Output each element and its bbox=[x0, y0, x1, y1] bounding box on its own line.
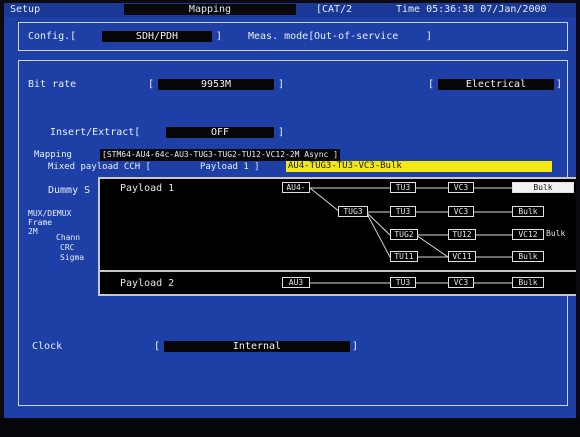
node-vc3-a[interactable]: VC3 bbox=[448, 182, 474, 193]
node-bulk-d[interactable]: Bulk bbox=[512, 251, 544, 262]
interface-value[interactable]: Electrical bbox=[438, 79, 554, 90]
interface-open: [ bbox=[428, 79, 435, 90]
clock-label: Clock bbox=[32, 341, 63, 352]
node-vc3-c[interactable]: VC3 bbox=[448, 277, 474, 288]
mapping-label: Mapping bbox=[34, 150, 72, 160]
channel-label: Chann bbox=[56, 233, 81, 242]
meas-mode-value[interactable]: Out-of-service bbox=[314, 31, 398, 43]
setup-menu[interactable]: Setup bbox=[10, 4, 40, 15]
clock-value[interactable]: Internal bbox=[164, 341, 350, 352]
payload-selected-value[interactable]: AU4-TUG3-TU3-VC3-Bulk bbox=[286, 161, 552, 172]
insert-extract-close: ] bbox=[278, 127, 285, 138]
node-tu3-a[interactable]: TU3 bbox=[390, 182, 416, 193]
node-vc3-b[interactable]: VC3 bbox=[448, 206, 474, 217]
dummy-label: Dummy S bbox=[48, 185, 91, 196]
sigma-label: Sigma bbox=[60, 253, 85, 262]
mixed-payload-label: Mixed payload CCH [ bbox=[48, 162, 151, 172]
node-bulk-b[interactable]: Bulk bbox=[512, 206, 544, 217]
interface-close: ] bbox=[556, 79, 563, 90]
bitrate-label: Bit rate bbox=[28, 79, 77, 90]
config-close: ] bbox=[216, 31, 223, 42]
node-bulk-selected[interactable]: Bulk bbox=[512, 182, 574, 193]
bitrate-open: [ bbox=[148, 79, 155, 90]
node-tu12[interactable]: TU12 bbox=[448, 229, 476, 240]
mode-title: Mapping bbox=[124, 4, 296, 15]
bitrate-value[interactable]: 9953M bbox=[158, 79, 274, 90]
clock-close: ] bbox=[352, 341, 359, 352]
payload2-label: Payload 2 bbox=[120, 278, 175, 289]
mux-demux-label: MUX/DEMUX bbox=[28, 209, 72, 218]
node-tug3[interactable]: TUG3 bbox=[338, 206, 368, 217]
payload-mapping-popup: Payload 1 AU4- TU3 VC3 Bulk TUG3 TU3 VC3… bbox=[98, 177, 576, 296]
node-au3[interactable]: AU3 bbox=[282, 277, 310, 288]
node-vc11[interactable]: VC11 bbox=[448, 251, 476, 262]
clock-open: [ bbox=[154, 341, 161, 352]
payload-selector-label: Payload 1 ] bbox=[200, 162, 260, 172]
node-vc12[interactable]: VC12 bbox=[512, 229, 544, 240]
payload1-label: Payload 1 bbox=[120, 183, 175, 194]
mapping-value[interactable]: [STM64-AU4-64c-AU3-TUG3-TUG2-TU12-VC12-2… bbox=[100, 149, 341, 161]
node-tug2[interactable]: TUG2 bbox=[390, 229, 418, 240]
frame-label: Frame bbox=[28, 218, 53, 227]
config-label: Config.[ bbox=[28, 31, 77, 42]
two-m-label: 2M bbox=[28, 227, 38, 236]
node-tu3-b[interactable]: TU3 bbox=[390, 206, 416, 217]
crc-label: CRC bbox=[60, 243, 75, 252]
insert-extract-label: Insert/Extract[ bbox=[50, 127, 141, 138]
config-value[interactable]: SDH/PDH bbox=[102, 31, 212, 42]
title-bar: Setup Mapping [CAT/2 Time 05:36:38 07/Ja… bbox=[4, 3, 576, 17]
node-bulk-c[interactable]: Bulk bbox=[546, 229, 565, 238]
node-bulk-e[interactable]: Bulk bbox=[512, 277, 544, 288]
clock-readout: Time 05:36:38 07/Jan/2000 bbox=[396, 4, 547, 15]
insert-extract-value[interactable]: OFF bbox=[166, 127, 274, 138]
node-tu3-c[interactable]: TU3 bbox=[390, 277, 416, 288]
port-indicator: [CAT/2 bbox=[316, 4, 353, 15]
meas-mode-label: Meas. mode[ bbox=[248, 31, 315, 42]
node-au4[interactable]: AU4- bbox=[282, 182, 310, 193]
node-tu11[interactable]: TU11 bbox=[390, 251, 418, 262]
meas-mode-close: ] bbox=[426, 31, 433, 42]
bitrate-close: ] bbox=[278, 79, 285, 90]
bezel-bottom bbox=[0, 418, 580, 437]
